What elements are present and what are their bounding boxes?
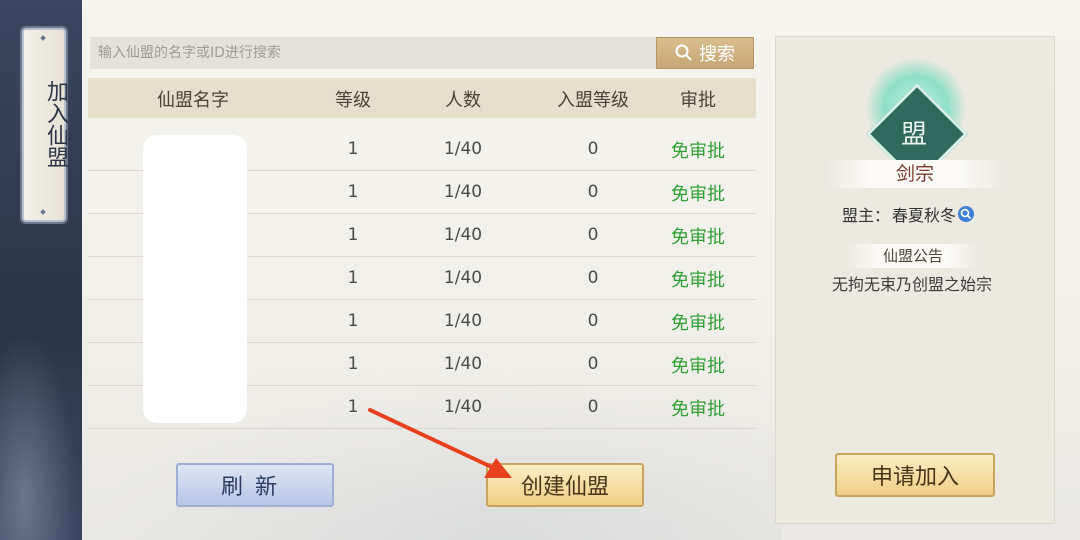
row-members: 1/40 bbox=[443, 311, 483, 331]
leader-info: 盟主： 春夏秋冬 bbox=[842, 202, 975, 226]
search-button[interactable]: 搜索 bbox=[656, 37, 754, 69]
row-join-level: 0 bbox=[587, 182, 599, 202]
search-input[interactable] bbox=[90, 37, 656, 69]
header-approval: 审批 bbox=[680, 90, 716, 111]
search-icon bbox=[675, 44, 692, 61]
leader-label: 盟主： bbox=[842, 206, 891, 225]
row-members: 1/40 bbox=[443, 182, 483, 202]
row-level: 1 bbox=[347, 354, 359, 374]
tab-ornament-top bbox=[40, 35, 46, 41]
header-sect-name: 仙盟名字 bbox=[157, 90, 229, 111]
notice-title: 仙盟公告 bbox=[846, 244, 980, 268]
row-join-level: 0 bbox=[587, 397, 599, 417]
redacted-name-area bbox=[143, 135, 247, 423]
row-level: 1 bbox=[347, 268, 359, 288]
apply-join-button-label: 申请加入 bbox=[870, 465, 959, 490]
magnifier-glyph bbox=[960, 208, 972, 220]
create-sect-button-label: 创建仙盟 bbox=[520, 475, 609, 500]
row-approval: 免审批 bbox=[671, 141, 725, 162]
row-approval: 免审批 bbox=[671, 313, 725, 334]
notice-text: 无拘无束乃创盟之始宗 bbox=[832, 275, 993, 294]
header-members: 人数 bbox=[445, 90, 481, 111]
row-approval: 免审批 bbox=[671, 356, 725, 377]
table-header: 仙盟名字 等级 人数 入盟等级 审批 bbox=[88, 78, 756, 118]
annotation-arrow bbox=[368, 408, 512, 478]
sect-name: 剑宗 bbox=[826, 160, 1004, 188]
sect-emblem-char: 盟 bbox=[900, 120, 927, 150]
row-members: 1/40 bbox=[443, 139, 483, 159]
refresh-button-label: 刷新 bbox=[220, 475, 289, 500]
row-approval: 免审批 bbox=[671, 227, 725, 248]
tab-join-sect-label: 加入仙盟 bbox=[43, 80, 68, 168]
row-level: 1 bbox=[347, 311, 359, 331]
apply-join-button[interactable]: 申请加入 bbox=[835, 453, 995, 497]
search-icon[interactable] bbox=[958, 206, 975, 222]
leader-name: 春夏秋冬 bbox=[892, 206, 957, 225]
row-members: 1/40 bbox=[443, 354, 483, 374]
row-approval: 免审批 bbox=[671, 270, 725, 291]
row-join-level: 0 bbox=[587, 354, 599, 374]
search-button-label: 搜索 bbox=[699, 44, 735, 65]
row-members: 1/40 bbox=[443, 225, 483, 245]
tab-join-sect[interactable]: 加入仙盟 bbox=[22, 28, 68, 222]
row-level: 1 bbox=[347, 139, 359, 159]
row-join-level: 0 bbox=[587, 139, 599, 159]
tab-ornament-bottom bbox=[40, 209, 46, 215]
row-approval: 免审批 bbox=[671, 399, 725, 420]
row-members: 1/40 bbox=[443, 268, 483, 288]
header-level: 等级 bbox=[335, 90, 371, 111]
row-approval: 免审批 bbox=[671, 184, 725, 205]
row-level: 1 bbox=[347, 182, 359, 202]
row-join-level: 0 bbox=[587, 268, 599, 288]
row-level: 1 bbox=[347, 225, 359, 245]
cloud-decoration bbox=[0, 320, 82, 540]
header-join-level: 入盟等级 bbox=[557, 90, 629, 111]
row-join-level: 0 bbox=[587, 225, 599, 245]
refresh-button[interactable]: 刷新 bbox=[176, 463, 334, 507]
row-join-level: 0 bbox=[587, 311, 599, 331]
left-side-strip: 加入仙盟 bbox=[0, 0, 82, 540]
